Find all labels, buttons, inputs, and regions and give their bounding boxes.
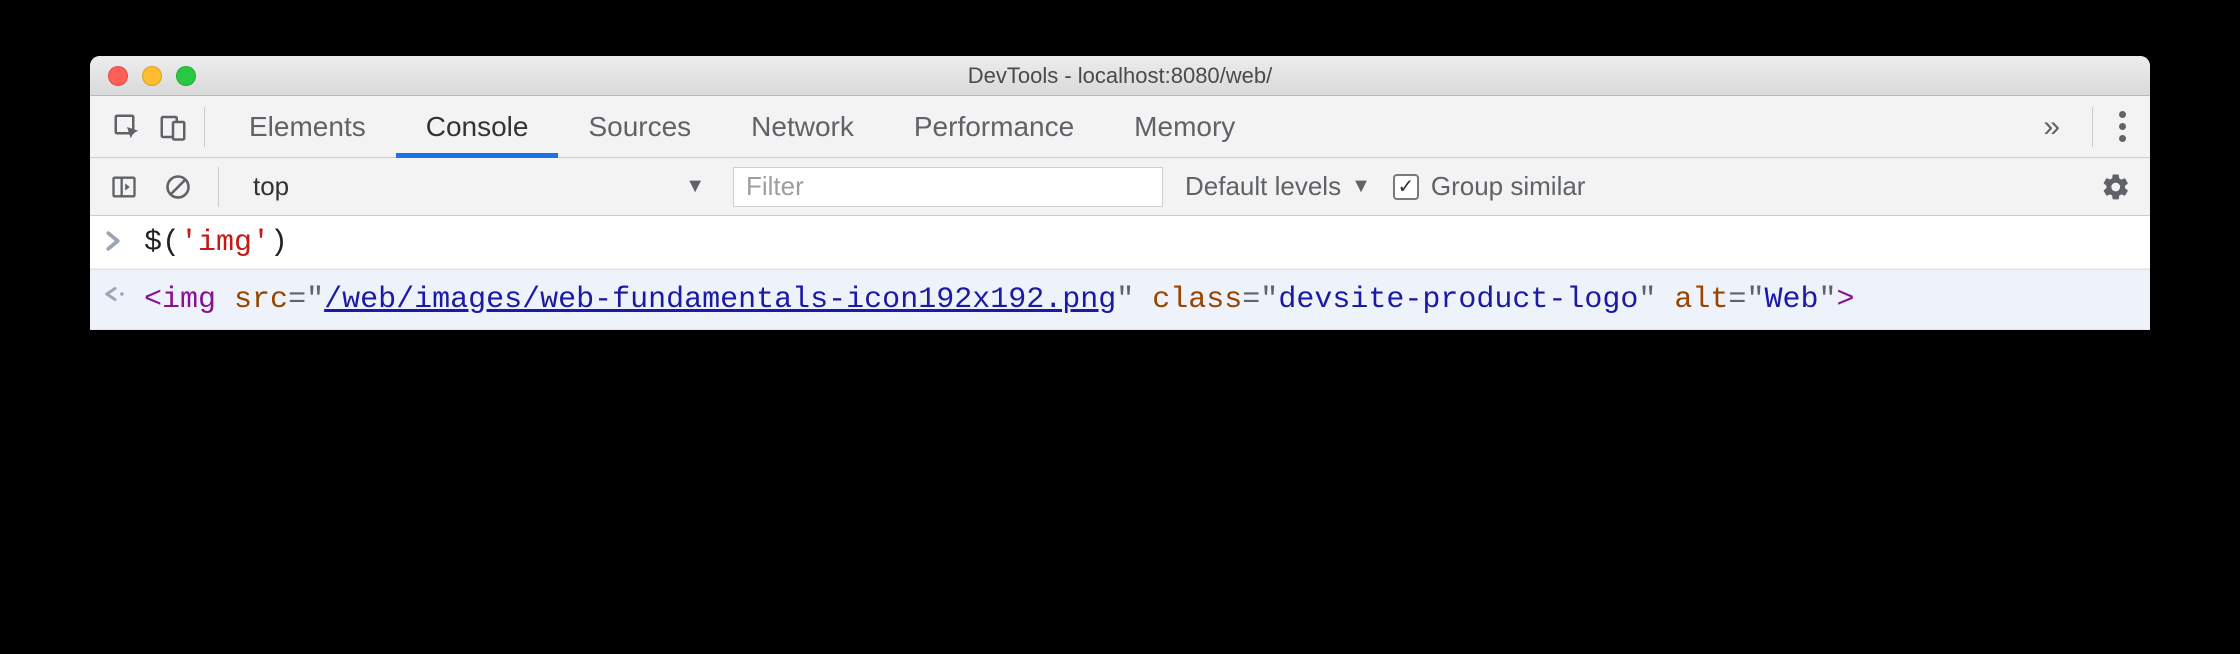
html-attr-name: class: [1152, 283, 1242, 317]
chevron-down-icon: ▼: [685, 175, 705, 198]
tab-memory[interactable]: Memory: [1104, 96, 1265, 157]
html-bracket: <: [144, 283, 162, 317]
html-quote: ": [1638, 283, 1656, 317]
html-attr-value-link[interactable]: /web/images/web-fundamentals-icon192x192…: [324, 283, 1116, 317]
settings-menu-icon[interactable]: [2109, 111, 2136, 142]
code-paren: (: [162, 226, 180, 260]
code-fn: $: [144, 226, 162, 260]
html-quote: ": [1818, 283, 1836, 317]
execution-context-select[interactable]: top ▼: [239, 167, 719, 207]
window-title: DevTools - localhost:8080/web/: [90, 63, 2150, 89]
devtools-window: DevTools - localhost:8080/web/ ElementsC…: [90, 56, 2150, 330]
panel-tabs: ElementsConsoleSourcesNetworkPerformance…: [90, 96, 2150, 158]
code-paren: ): [270, 226, 288, 260]
close-window-button[interactable]: [108, 66, 128, 86]
html-eq: =: [1728, 283, 1746, 317]
tab-sources[interactable]: Sources: [558, 96, 721, 157]
levels-label: Default levels: [1185, 171, 1341, 202]
tab-performance[interactable]: Performance: [884, 96, 1104, 157]
more-tabs-icon[interactable]: »: [2027, 110, 2076, 144]
chevron-down-icon: ▼: [1351, 175, 1371, 198]
html-eq: =: [1242, 283, 1260, 317]
titlebar: DevTools - localhost:8080/web/: [90, 56, 2150, 96]
tab-console[interactable]: Console: [396, 96, 559, 157]
console-settings-icon[interactable]: [2096, 172, 2136, 202]
html-attr-value: Web: [1764, 283, 1818, 317]
html-quote: ": [1116, 283, 1134, 317]
console-result-code: <img src="/web/images/web-fundamentals-i…: [144, 280, 1875, 321]
context-label: top: [253, 171, 289, 202]
console-input-row[interactable]: $('img'): [90, 216, 2150, 269]
window-controls: [90, 66, 196, 86]
console-input-code: $('img'): [144, 226, 288, 260]
console-result-row[interactable]: <img src="/web/images/web-fundamentals-i…: [90, 269, 2150, 330]
html-quote: ": [306, 283, 324, 317]
prompt-icon: [104, 226, 144, 252]
html-quote: ": [1260, 283, 1278, 317]
tab-network[interactable]: Network: [721, 96, 884, 157]
html-attr-value: devsite-product-logo: [1278, 283, 1638, 317]
log-levels-select[interactable]: Default levels ▼: [1177, 171, 1379, 202]
device-toolbar-icon[interactable]: [150, 96, 196, 157]
console-output: $('img') <img src="/web/images/web-funda…: [90, 216, 2150, 330]
group-similar-toggle[interactable]: ✓ Group similar: [1393, 171, 1586, 202]
html-eq: =: [288, 283, 306, 317]
group-similar-label: Group similar: [1431, 171, 1586, 202]
checkbox-icon: ✓: [1393, 174, 1419, 200]
minimize-window-button[interactable]: [142, 66, 162, 86]
clear-console-icon[interactable]: [158, 173, 198, 201]
result-icon: [104, 280, 144, 304]
zoom-window-button[interactable]: [176, 66, 196, 86]
html-quote: ": [1746, 283, 1764, 317]
separator: [218, 167, 219, 207]
inspect-element-icon[interactable]: [104, 96, 150, 157]
html-tag: img: [162, 283, 216, 317]
html-attr-name: alt: [1674, 283, 1728, 317]
console-toolbar: top ▼ Default levels ▼ ✓ Group similar: [90, 158, 2150, 216]
html-bracket: >: [1836, 283, 1854, 317]
separator: [204, 107, 205, 147]
tab-elements[interactable]: Elements: [219, 96, 396, 157]
toggle-sidebar-icon[interactable]: [104, 173, 144, 201]
code-string: 'img': [180, 226, 270, 260]
filter-input[interactable]: [733, 167, 1163, 207]
html-attr-name: src: [234, 283, 288, 317]
separator: [2092, 107, 2093, 147]
